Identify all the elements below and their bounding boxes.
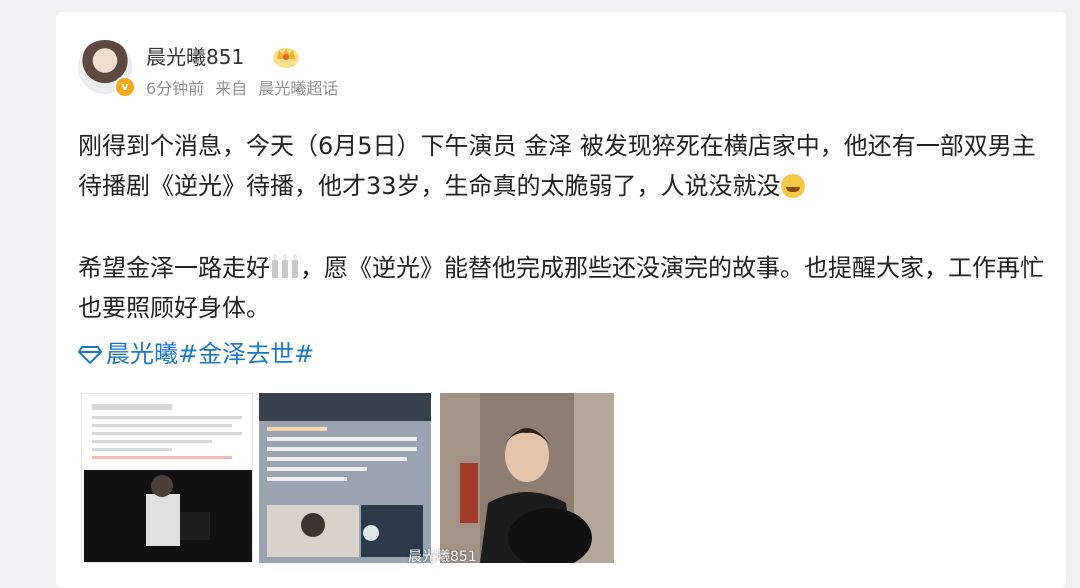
post-image-2[interactable] bbox=[259, 393, 431, 563]
diamond-topic-icon bbox=[77, 346, 103, 365]
topic-link[interactable]: 晨光曦#金泽去世# bbox=[77, 338, 314, 370]
crown-icon[interactable] bbox=[272, 43, 300, 69]
candle-emoji-icon bbox=[270, 254, 300, 282]
paragraph-2-text-before: 希望金泽一路走好 bbox=[78, 254, 270, 282]
post-meta: 6分钟前 来自 晨光曦超话 bbox=[146, 78, 344, 100]
post-source[interactable]: 晨光曦超话 bbox=[258, 79, 338, 98]
post-paragraph-2: 希望金泽一路走好 ，愿《逆光》能替他完成那些还没演完的故事。也提醒大家，工作再忙也… bbox=[78, 248, 1048, 328]
post-image-1[interactable] bbox=[81, 393, 253, 563]
verified-badge-icon: v bbox=[114, 76, 136, 98]
source-prefix: 来自 bbox=[215, 79, 248, 98]
username[interactable]: 晨光曦851 bbox=[146, 44, 244, 70]
weibo-post-card: v 晨光曦851 6分钟前 来自 晨光曦超话 刚得到个消息，今天（6月5日）下午… bbox=[56, 12, 1066, 588]
post-paragraph-1: 刚得到个消息，今天（6月5日）下午演员 金泽 被发现猝死在横店家中，他还有一部双… bbox=[78, 126, 1048, 206]
post-time[interactable]: 6分钟前 bbox=[146, 79, 204, 98]
paragraph-1-text: 刚得到个消息，今天（6月5日）下午演员 金泽 被发现猝死在横店家中，他还有一部双… bbox=[78, 132, 1036, 200]
image-watermark: 晨光曦851 bbox=[408, 549, 477, 565]
post-image-3[interactable] bbox=[440, 393, 614, 563]
topic-text[interactable]: 晨光曦#金泽去世# bbox=[106, 340, 314, 368]
crying-emoji-icon bbox=[780, 174, 805, 198]
